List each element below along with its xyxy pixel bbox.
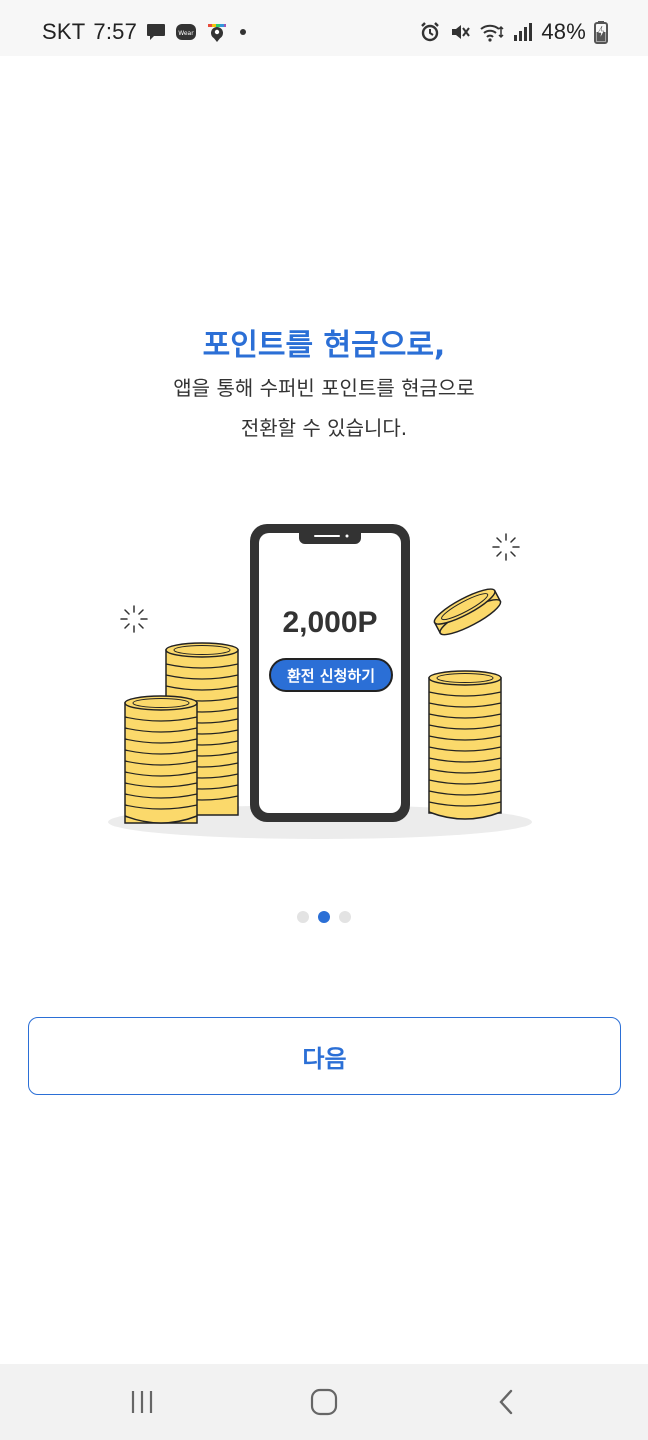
signal-icon — [513, 21, 533, 43]
dot-icon — [237, 26, 249, 38]
back-icon — [496, 1388, 516, 1416]
recent-apps-icon — [129, 1389, 155, 1415]
coin-stack-right — [428, 670, 502, 820]
alarm-icon — [419, 21, 441, 43]
description-line-1: 앱을 통해 수퍼빈 포인트를 현금으로 — [173, 376, 475, 400]
description: 앱을 통해 수퍼빈 포인트를 현금으로 전환할 수 있습니다. — [0, 368, 648, 448]
page-title: 포인트를 현금으로, — [202, 328, 446, 363]
coin-stack-left-front — [124, 695, 198, 824]
phone-exchange-request-label: 환전 신청하기 — [269, 658, 393, 692]
system-navigation-bar — [0, 1364, 648, 1440]
battery-percent: 48% — [541, 19, 586, 44]
sparkle-right-icon — [492, 533, 520, 561]
phone-points-amount: 2,000P — [282, 606, 378, 639]
wifi-icon — [479, 21, 505, 43]
wear-icon: Wear — [175, 21, 197, 43]
back-button[interactable] — [476, 1382, 536, 1422]
screen: SKT 7:57 Wear 48% 포인트를 현금으로, 앱을 통해 수퍼빈 포… — [0, 0, 648, 1440]
status-left: SKT 7:57 Wear — [42, 14, 249, 50]
wear-label: Wear — [178, 30, 194, 37]
status-right: 48% — [419, 14, 608, 50]
status-bar: SKT 7:57 Wear 48% — [0, 0, 648, 56]
home-icon — [310, 1388, 338, 1416]
battery-charging-icon — [594, 20, 608, 44]
next-button[interactable]: 다음 — [28, 1017, 621, 1095]
page-indicator — [0, 911, 648, 923]
sparkle-left-icon — [120, 605, 148, 633]
mute-icon — [449, 21, 471, 43]
recent-apps-button[interactable] — [112, 1382, 172, 1422]
page-dot-3 — [339, 911, 351, 923]
page-dot-1 — [297, 911, 309, 923]
chat-bubble-icon — [145, 21, 167, 43]
clock: 7:57 — [93, 19, 138, 44]
flying-coin — [433, 588, 502, 636]
map-pin-app-icon — [205, 20, 229, 44]
home-button[interactable] — [294, 1382, 354, 1422]
carrier-label: SKT — [42, 19, 86, 44]
description-line-2: 전환할 수 있습니다. — [240, 416, 408, 440]
page-dot-2-active — [318, 911, 330, 923]
